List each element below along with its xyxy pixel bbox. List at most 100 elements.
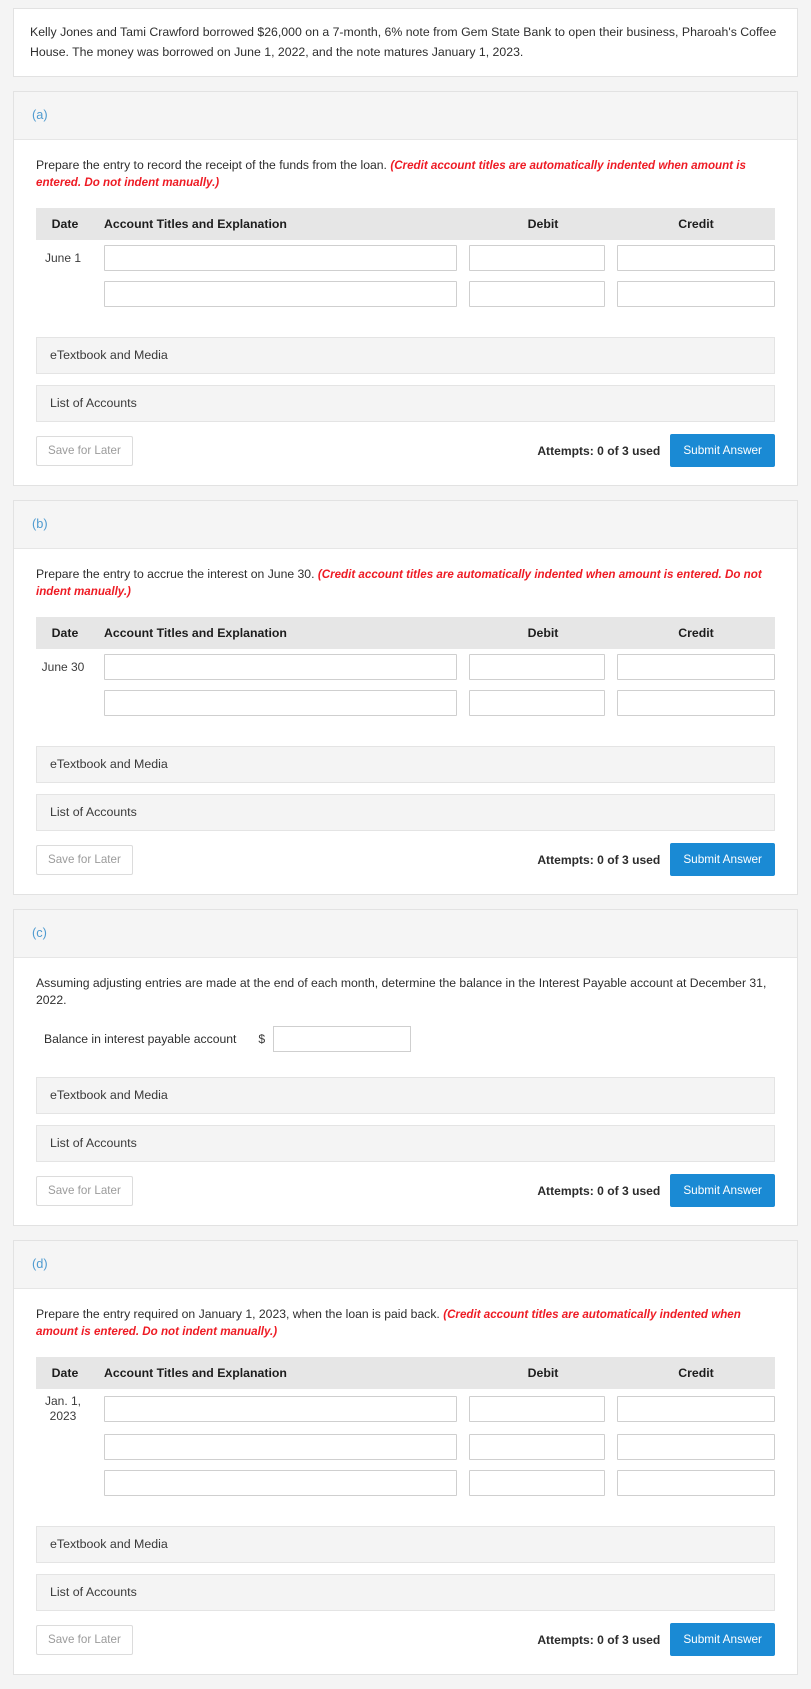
column-header-account: Account Titles and Explanation bbox=[94, 617, 469, 649]
part-header: (c) bbox=[14, 910, 797, 958]
table-header-row: Date Account Titles and Explanation Debit C… bbox=[36, 1357, 775, 1389]
credit-amount-cell bbox=[617, 276, 775, 312]
part-prompt-text: Prepare the entry required on January 1,… bbox=[36, 1307, 440, 1321]
table-header-row: Date Account Titles and Explanation Debit C… bbox=[36, 208, 775, 240]
part-body: Prepare the entry required on January 1,… bbox=[14, 1289, 797, 1674]
entry-date-label: Jan. 1, 2023 bbox=[44, 1394, 82, 1423]
submit-answer-button[interactable]: Submit Answer bbox=[670, 434, 775, 467]
attempts-counter: Attempts: 0 of 3 used bbox=[537, 1632, 661, 1647]
part-letter-label: (b) bbox=[32, 516, 48, 531]
column-header-credit: Credit bbox=[617, 1357, 775, 1389]
list-of-accounts-bar[interactable]: List of Accounts bbox=[36, 794, 775, 831]
credit-amount-input[interactable] bbox=[617, 245, 775, 271]
part-body: Prepare the entry to accrue the interest… bbox=[14, 549, 797, 894]
account-title-input[interactable] bbox=[104, 1470, 457, 1496]
part-body: Prepare the entry to record the receipt … bbox=[14, 140, 797, 485]
column-header-date: Date bbox=[36, 617, 94, 649]
save-for-later-button[interactable]: Save for Later bbox=[36, 844, 133, 875]
column-header-account: Account Titles and Explanation bbox=[94, 1357, 469, 1389]
part-letter-label: (d) bbox=[32, 1256, 48, 1271]
column-header-date: Date bbox=[36, 208, 94, 240]
entry-date-label: June 1 bbox=[44, 250, 82, 265]
part-prompt-text: Prepare the entry to record the receipt … bbox=[36, 158, 387, 172]
account-title-input[interactable] bbox=[104, 1434, 457, 1460]
account-title-input[interactable] bbox=[104, 245, 457, 271]
debit-amount-cell bbox=[469, 1389, 617, 1429]
part-header: (a) bbox=[14, 92, 797, 140]
debit-amount-cell bbox=[469, 685, 617, 721]
column-header-credit: Credit bbox=[617, 617, 775, 649]
debit-amount-input[interactable] bbox=[469, 1470, 605, 1496]
part-header: (d) bbox=[14, 1241, 797, 1289]
part-header: (b) bbox=[14, 501, 797, 549]
exercise-page: Kelly Jones and Tami Crawford borrowed $… bbox=[0, 0, 811, 1675]
credit-amount-cell bbox=[617, 1429, 775, 1465]
debit-amount-input[interactable] bbox=[469, 1434, 605, 1460]
part-letter-label: (c) bbox=[32, 925, 47, 940]
part-card: (c) Assuming adjusting entries are made a… bbox=[13, 909, 798, 1226]
part-card: (a) Prepare the entry to record the recei… bbox=[13, 91, 798, 486]
column-header-debit: Debit bbox=[469, 208, 617, 240]
debit-amount-cell bbox=[469, 649, 617, 685]
debit-amount-input[interactable] bbox=[469, 1396, 605, 1422]
problem-statement-text: Kelly Jones and Tami Crawford borrowed $… bbox=[30, 25, 777, 59]
table-row: Jan. 1, 2023 bbox=[36, 1389, 775, 1429]
part-body: Assuming adjusting entries are made at t… bbox=[14, 958, 797, 1225]
etextbook-and-media-bar[interactable]: eTextbook and Media bbox=[36, 746, 775, 783]
account-title-cell bbox=[94, 276, 469, 312]
credit-amount-input[interactable] bbox=[617, 1396, 775, 1422]
account-title-input[interactable] bbox=[104, 281, 457, 307]
credit-amount-input[interactable] bbox=[617, 654, 775, 680]
balance-amount-input[interactable] bbox=[273, 1026, 412, 1052]
column-header-date: Date bbox=[36, 1357, 94, 1389]
submit-answer-button[interactable]: Submit Answer bbox=[670, 1174, 775, 1207]
footer-actions: Attempts: 0 of 3 used Submit Answer bbox=[537, 1174, 775, 1207]
account-title-cell bbox=[94, 1465, 469, 1501]
part-prompt-text: Assuming adjusting entries are made at t… bbox=[36, 976, 767, 1007]
account-title-cell bbox=[94, 685, 469, 721]
attempts-counter: Attempts: 0 of 3 used bbox=[537, 1183, 661, 1198]
credit-amount-input[interactable] bbox=[617, 281, 775, 307]
submit-answer-button[interactable]: Submit Answer bbox=[670, 1623, 775, 1656]
balance-row: Balance in interest payable account $ bbox=[44, 1026, 775, 1052]
footer-actions: Attempts: 0 of 3 used Submit Answer bbox=[537, 434, 775, 467]
debit-amount-input[interactable] bbox=[469, 654, 605, 680]
save-for-later-button[interactable]: Save for Later bbox=[36, 435, 133, 466]
debit-amount-input[interactable] bbox=[469, 245, 605, 271]
part-footer: Save for Later Attempts: 0 of 3 used Submi… bbox=[36, 843, 775, 880]
part-prompt-text: Prepare the entry to accrue the interest… bbox=[36, 567, 315, 581]
list-of-accounts-bar[interactable]: List of Accounts bbox=[36, 1125, 775, 1162]
part-prompt: Prepare the entry required on January 1,… bbox=[36, 1306, 775, 1340]
etextbook-and-media-bar[interactable]: eTextbook and Media bbox=[36, 1526, 775, 1563]
credit-amount-input[interactable] bbox=[617, 690, 775, 716]
account-title-input[interactable] bbox=[104, 654, 457, 680]
list-of-accounts-bar[interactable]: List of Accounts bbox=[36, 385, 775, 422]
problem-statement-card: Kelly Jones and Tami Crawford borrowed $… bbox=[13, 8, 798, 77]
account-title-cell bbox=[94, 1429, 469, 1465]
debit-amount-input[interactable] bbox=[469, 690, 605, 716]
credit-amount-cell bbox=[617, 1465, 775, 1501]
entry-date-label bbox=[36, 1429, 94, 1465]
debit-amount-cell bbox=[469, 1465, 617, 1501]
journal-entry-table: Date Account Titles and Explanation Debit C… bbox=[36, 1357, 775, 1501]
entry-date-label bbox=[36, 276, 94, 312]
etextbook-and-media-bar[interactable]: eTextbook and Media bbox=[36, 337, 775, 374]
part-letter-label: (a) bbox=[32, 107, 48, 122]
table-row bbox=[36, 685, 775, 721]
account-title-input[interactable] bbox=[104, 1396, 457, 1422]
table-row bbox=[36, 1429, 775, 1465]
credit-amount-cell bbox=[617, 240, 775, 276]
account-title-input[interactable] bbox=[104, 690, 457, 716]
parts-container: (a) Prepare the entry to record the recei… bbox=[13, 91, 798, 1675]
etextbook-and-media-bar[interactable]: eTextbook and Media bbox=[36, 1077, 775, 1114]
credit-amount-input[interactable] bbox=[617, 1434, 775, 1460]
debit-amount-input[interactable] bbox=[469, 281, 605, 307]
part-prompt: Assuming adjusting entries are made at t… bbox=[36, 975, 775, 1009]
list-of-accounts-bar[interactable]: List of Accounts bbox=[36, 1574, 775, 1611]
submit-answer-button[interactable]: Submit Answer bbox=[670, 843, 775, 876]
save-for-later-button[interactable]: Save for Later bbox=[36, 1175, 133, 1206]
credit-amount-input[interactable] bbox=[617, 1470, 775, 1496]
table-row bbox=[36, 1465, 775, 1501]
save-for-later-button[interactable]: Save for Later bbox=[36, 1624, 133, 1655]
column-header-debit: Debit bbox=[469, 1357, 617, 1389]
